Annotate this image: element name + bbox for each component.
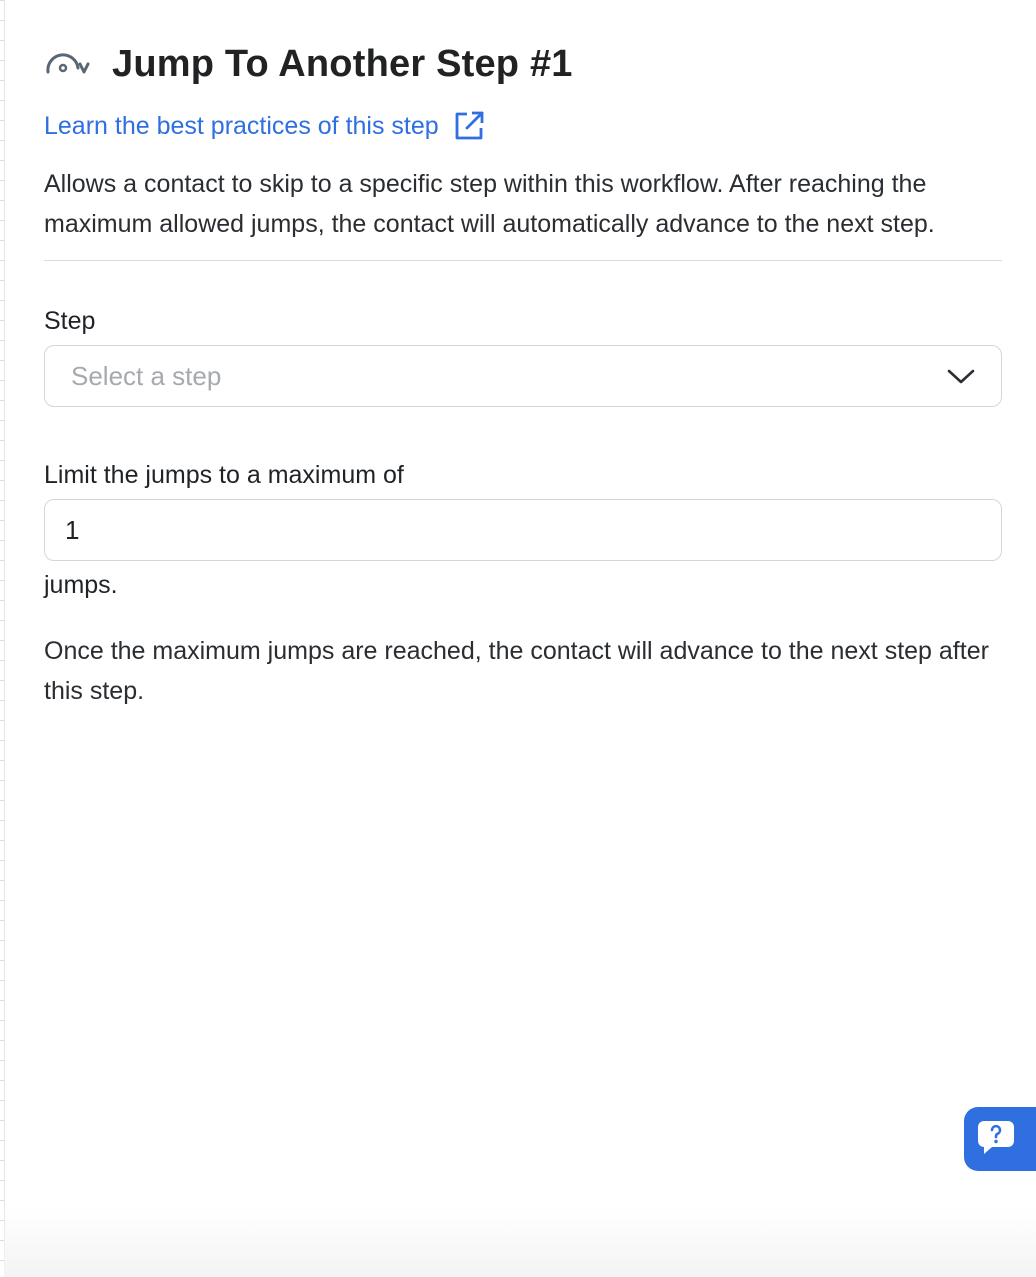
divider: [44, 260, 1002, 261]
help-button[interactable]: [964, 1107, 1036, 1171]
step-field-label: Step: [44, 307, 96, 335]
help-chat-icon: [976, 1118, 1016, 1161]
step-description: Allows a contact to skip to a specific s…: [44, 170, 935, 238]
panel-content: Jump To Another Step #1 Learn the best p…: [44, 40, 1002, 711]
bottom-fade: [4, 1207, 1036, 1277]
step-select[interactable]: Select a step: [44, 345, 1002, 407]
jumps-suffix: jumps.: [44, 571, 118, 599]
panel-header: Jump To Another Step #1: [44, 40, 1002, 88]
canvas-edge: [0, 0, 5, 1277]
jump-arrow-icon: [44, 50, 90, 78]
step-select-placeholder: Select a step: [71, 360, 222, 391]
external-link-icon: [453, 110, 485, 142]
step-settings-panel: Jump To Another Step #1 Learn the best p…: [0, 0, 1036, 1277]
best-practices-link[interactable]: Learn the best practices of this step: [44, 110, 485, 142]
max-jumps-note: Once the maximum jumps are reached, the …: [44, 637, 989, 705]
best-practices-link-label: Learn the best practices of this step: [44, 111, 439, 140]
page-title: Jump To Another Step #1: [112, 43, 573, 85]
limit-field-label: Limit the jumps to a maximum of: [44, 461, 404, 489]
max-jumps-input[interactable]: [44, 499, 1002, 561]
chevron-down-icon: [947, 367, 975, 385]
